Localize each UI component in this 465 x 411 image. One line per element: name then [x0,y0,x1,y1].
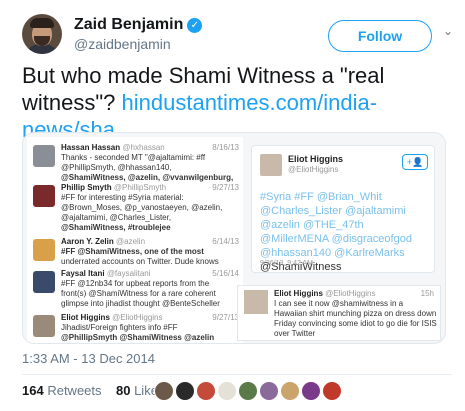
verified-icon: ✓ [187,18,203,33]
timeline-line: underrated accounts on Twitter. Dude kno… [61,257,219,266]
reply-avatar [244,290,268,314]
reply-date: 15h [420,289,434,298]
embedded-hashtags: #Syria #FF @Brian_Whit @Charles_Lister @… [260,191,412,259]
timeline-item: Faysal Itani @faysalitani #FF @12nb34 fo… [27,269,243,309]
timeline-handle: @azelin [116,237,146,246]
liker-avatar[interactable] [196,381,216,401]
embedded-avatar [260,154,282,176]
timeline-avatar [33,271,55,293]
timeline-line: @PhillipSmyth @ShamiWitness @azelin [61,333,215,342]
embedded-date: 9/26/13, 9:42 AM [260,260,313,267]
add-user-icon: +👤 [402,154,428,170]
timeline-date: 5/16/14 [212,269,239,278]
timeline-name: Hassan Hassan [61,143,121,152]
tweet-media-image[interactable]: Hassan Hassan @hxhassan Thanks - seconde… [22,132,446,344]
timeline-line: @PhillipSmyth, @hhassan140, [61,163,172,172]
timeline-line: @ShamiWitness, #troublejee [61,223,171,232]
timeline-line: front(s) @ShamiWitness for a rare cohere… [61,289,216,298]
retweets-count[interactable]: 164 [22,383,44,398]
embedded-tweet-card: Eliot Higgins @EliotHiggins +👤 #Syria #F… [251,145,435,273]
liker-avatar[interactable] [238,381,258,401]
timeline-name: Faysal Itani [61,269,105,278]
reply-text: I can see it now @shamiwitness in a Hawa… [274,299,437,338]
retweets-label[interactable]: Retweets [47,383,101,398]
timeline-handle: @EliotHiggins [112,313,163,322]
liker-avatar[interactable] [280,381,300,401]
timeline-line: #FF @12nb34 for upbeat reports from the [61,279,210,288]
timeline-date: 6/14/13 [212,237,239,246]
reply-name-row: Eliot Higgins @EliotHiggins [274,289,376,298]
follow-button[interactable]: Follow [328,20,432,52]
embedded-timeline: Hassan Hassan @hxhassan Thanks - seconde… [27,137,243,343]
timeline-avatar [33,315,55,337]
liker-avatar[interactable] [217,381,237,401]
timeline-name: Eliot Higgins [61,313,110,322]
timeline-handle: @hxhassan [122,143,165,152]
timeline-line: @ajaltamimi, @Charles_Lister, [61,213,172,222]
tweet-header: Zaid Benjamin ✓ @zaidbenjamin Follow ⌄ [22,14,453,54]
timeline-line: #FF for interesting #Syria material: [61,193,184,202]
timeline-line: #FF @ShamiWitness, one of the most [61,247,204,256]
embedded-reply-card: Eliot Higgins @EliotHiggins 15h I can se… [237,285,441,341]
author-name-row[interactable]: Zaid Benjamin ✓ [74,16,203,34]
timeline-avatar [33,185,55,207]
timeline-line: glimpse into jihadist thought @BenteSche… [61,299,220,308]
embedded-handle: @EliotHiggins [288,165,339,174]
liker-avatar[interactable] [175,381,195,401]
timeline-handle: @faysalitani [106,269,151,278]
timeline-item: Phillip Smyth @PhillipSmyth #FF for inte… [27,183,243,232]
reply-handle: @EliotHiggins [325,289,376,298]
embedded-name: Eliot Higgins [288,154,343,164]
timeline-avatar [33,239,55,261]
timeline-line: @ShamiWitness, @azelin, @vvanwilgenburg, [61,173,234,182]
author-handle[interactable]: @zaidbenjamin [74,36,171,52]
timeline-line: Jihadist/Foreign fighters info #FF [61,323,178,332]
timeline-name: Phillip Smyth [61,183,112,192]
timeline-line: Thanks - seconded MT "@ajaltamimi: #ff [61,153,206,162]
liker-avatar[interactable] [259,381,279,401]
author-avatar[interactable] [22,14,62,54]
author-name[interactable]: Zaid Benjamin [74,16,183,33]
timeline-avatar [33,145,55,167]
avatar-hair [30,18,54,28]
timeline-date: 9/27/13 [212,183,239,192]
reply-name: Eliot Higgins [274,289,323,298]
timeline-date: 8/16/13 [212,143,239,152]
liker-avatar[interactable] [322,381,342,401]
divider [22,374,452,375]
timeline-date: 9/27/13 [212,313,239,322]
liker-avatar[interactable] [154,381,174,401]
timeline-handle: @PhillipSmyth [113,183,167,192]
tweet-timestamp[interactable]: 1:33 AM - 13 Dec 2014 [22,351,155,366]
timeline-name: Aaron Y. Zelin [61,237,114,246]
likes-count[interactable]: 80 [116,383,130,398]
timeline-item: Hassan Hassan @hxhassan Thanks - seconde… [27,143,243,182]
tweet-stats: 164 Retweets 80 Likes [22,383,164,398]
timeline-item: Eliot Higgins @EliotHiggins Jihadist/For… [27,313,243,343]
chevron-down-icon[interactable]: ⌄ [443,24,453,38]
liker-avatar[interactable] [301,381,321,401]
timeline-line: @Brown_Moses, @p_vanostaeyen, @azelin, [61,203,223,212]
timeline-item: Aaron Y. Zelin @azelin #FF @ShamiWitness… [27,237,243,267]
tweet-text: But who made Shami Witness a "real witne… [22,62,452,143]
